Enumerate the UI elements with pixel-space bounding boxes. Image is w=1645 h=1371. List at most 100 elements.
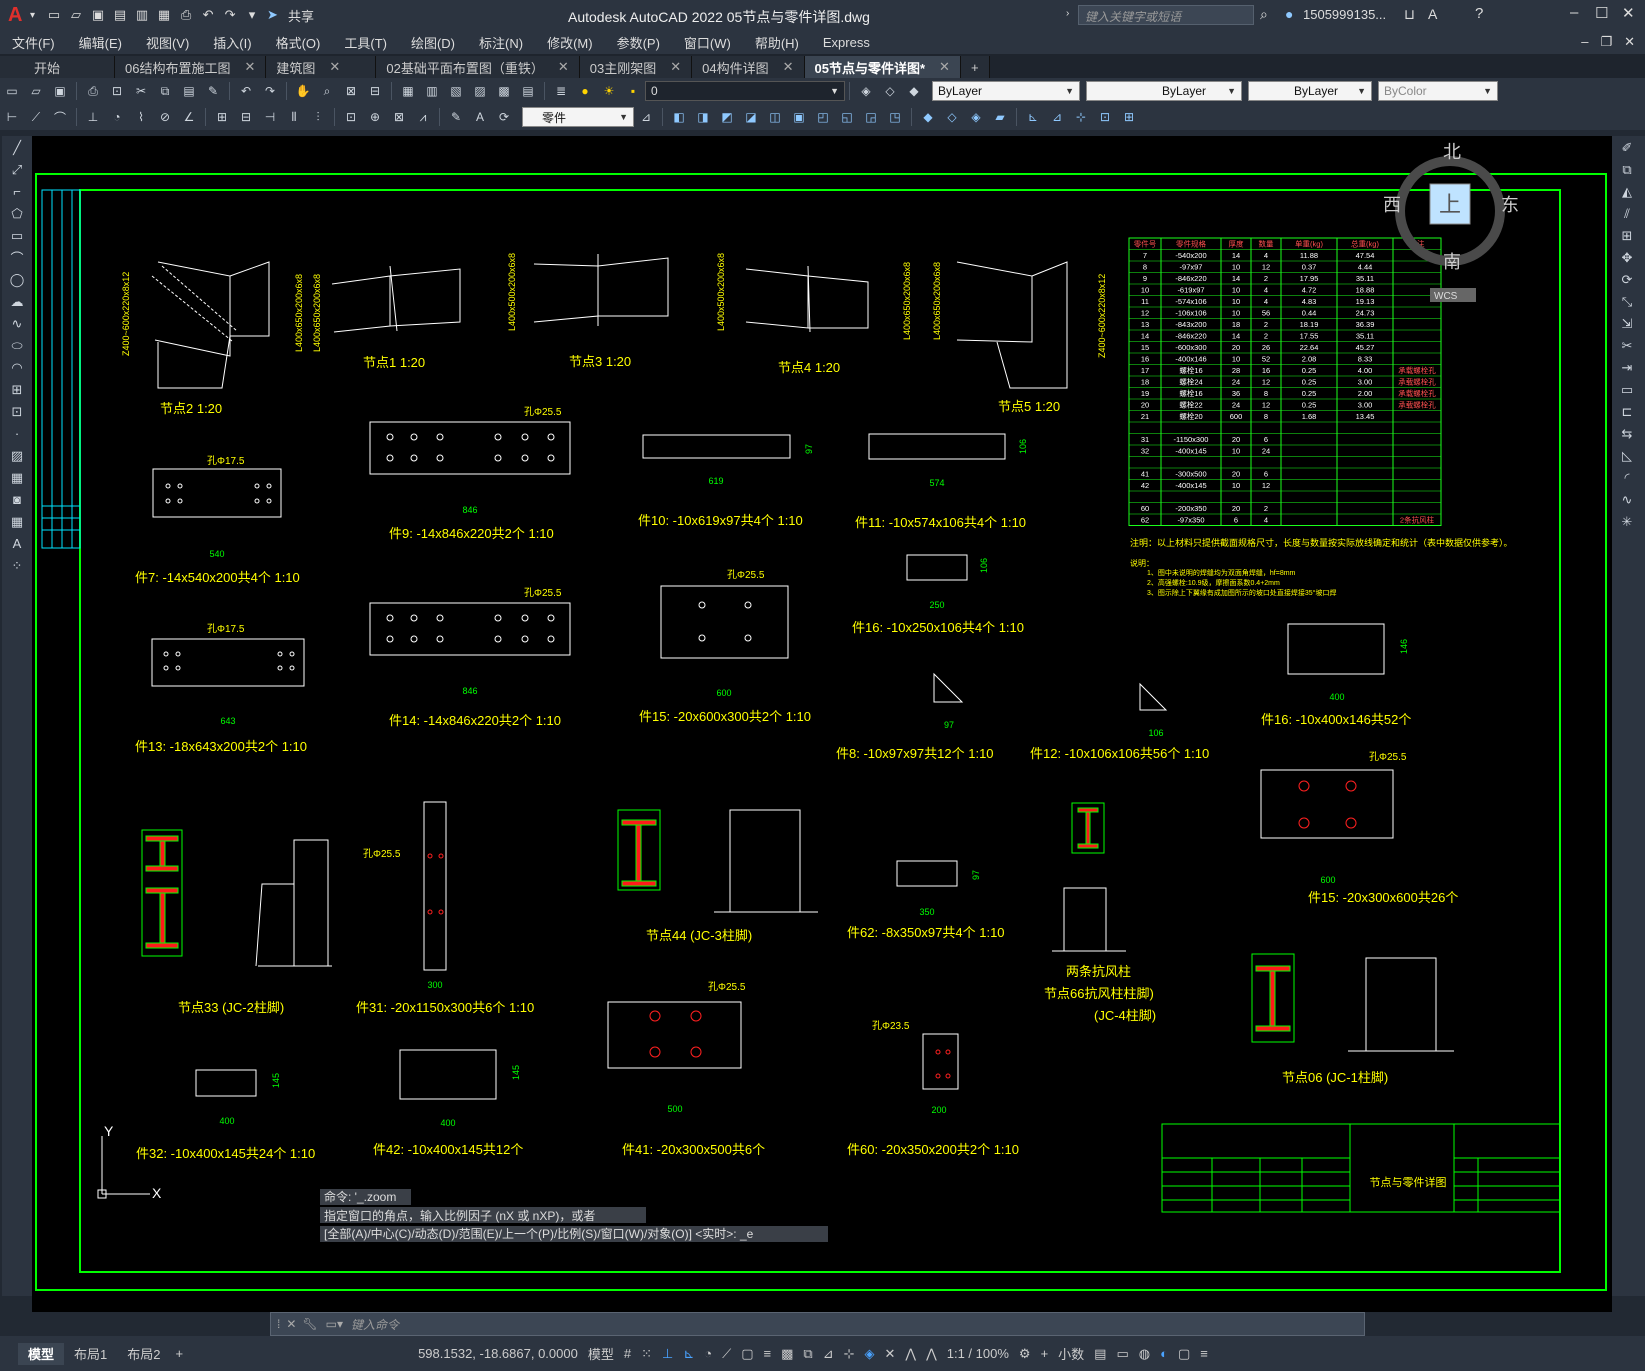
cmd-recent-icon[interactable]: ▭▾ [326, 1317, 343, 1331]
grid-icon[interactable]: # [624, 1346, 631, 1361]
dim-update-icon[interactable]: ⟳ [494, 107, 514, 127]
break-icon[interactable]: ⊏ [1614, 401, 1640, 422]
circle-icon[interactable]: ◯ [4, 269, 30, 290]
layer-properties-icon[interactable]: ≣ [551, 81, 571, 101]
make-block-icon[interactable]: ⊡ [4, 401, 30, 422]
view-back-icon[interactable]: ◨ [693, 107, 713, 127]
undo-icon[interactable]: ↶ [199, 6, 217, 24]
dim-text-edit-icon[interactable]: A [470, 107, 490, 127]
open-file-icon[interactable]: ▱ [67, 6, 85, 24]
ucs-object-icon[interactable]: ⊞ [1119, 107, 1139, 127]
search-chevron-icon[interactable]: › [1066, 8, 1069, 19]
add-layout-icon[interactable]: + [175, 1346, 183, 1361]
tab-close-icon[interactable]: ✕ [244, 59, 255, 75]
visual-style-conceptual-icon[interactable]: ▰ [990, 107, 1010, 127]
viewcube-north[interactable]: 北 [1443, 142, 1461, 162]
linetype-dropdown[interactable]: ByLayer ▼ [1086, 81, 1242, 101]
blend-icon[interactable]: ∿ [1614, 489, 1640, 510]
new-icon[interactable]: ▭ [2, 81, 22, 101]
mtext-icon[interactable]: A [4, 533, 30, 554]
visual-style-realistic-icon[interactable]: ◈ [966, 107, 986, 127]
gradient-icon[interactable]: ▦ [4, 467, 30, 488]
dim-style-icon[interactable]: ⊿ [636, 107, 656, 127]
ucs-icon[interactable]: ⊾ [1023, 107, 1043, 127]
view-iso-ne-icon[interactable]: ◲ [861, 107, 881, 127]
revcloud-icon[interactable]: ☁ [4, 291, 30, 312]
app-menu-chevron-icon[interactable]: ▾ [30, 10, 35, 21]
zoom-window-icon[interactable]: ⊠ [341, 81, 361, 101]
layer-dropdown[interactable]: 0 ▼ [645, 81, 845, 101]
view-front-icon[interactable]: ◧ [669, 107, 689, 127]
trim-icon[interactable]: ✂ [1614, 335, 1640, 356]
web-open-icon[interactable]: ▥ [133, 6, 151, 24]
markup-icon[interactable]: ▩ [494, 81, 514, 101]
file-tab[interactable]: 02基础平面布置图（重铁） ✕ [376, 56, 580, 78]
quick-dim-icon[interactable]: ⊞ [212, 107, 232, 127]
layer-lock-icon[interactable]: ▪ [623, 81, 643, 101]
polyline-icon[interactable]: ⌐ [4, 181, 30, 202]
share-button[interactable]: 共享 [288, 6, 314, 25]
transparency-icon[interactable]: ▩ [781, 1346, 793, 1362]
annotation-monitor-icon[interactable]: + [1041, 1346, 1049, 1361]
dim-jogged-icon[interactable]: ⌇ [131, 107, 151, 127]
coordinates[interactable]: 598.1532, -18.6867, 0.0000 [418, 1346, 578, 1361]
view-iso-nw-icon[interactable]: ◳ [885, 107, 905, 127]
dim-edit-icon[interactable]: ✎ [446, 107, 466, 127]
dim-baseline-icon[interactable]: ⊟ [236, 107, 256, 127]
plot-icon[interactable]: ⎙ [177, 6, 195, 24]
save-icon[interactable]: ▣ [50, 81, 70, 101]
design-center-icon[interactable]: ▥ [422, 81, 442, 101]
dim-diameter-icon[interactable]: ⊘ [155, 107, 175, 127]
menu-item[interactable]: 插入(I) [201, 33, 263, 52]
polar-icon[interactable]: ⊾ [683, 1346, 694, 1362]
selection-cycling-icon[interactable]: ⧉ [803, 1346, 812, 1362]
menu-item[interactable]: Express [811, 35, 882, 50]
menu-item[interactable]: 窗口(W) [672, 33, 743, 52]
chamfer-icon[interactable]: ◺ [1614, 445, 1640, 466]
polygon-icon[interactable]: ⬠ [4, 203, 30, 224]
minimize-icon[interactable]: – [1570, 4, 1578, 21]
isolate-objects-icon[interactable]: ◍ [1139, 1346, 1150, 1362]
lock-ui-icon[interactable]: ▭ [1116, 1346, 1128, 1362]
osnap-icon[interactable]: ▢ [741, 1346, 753, 1362]
mirror-icon[interactable]: ◭ [1614, 181, 1640, 202]
wcs-menu[interactable]: WCS [1434, 291, 1458, 302]
ellipse-arc-icon[interactable]: ◠ [4, 357, 30, 378]
dim-ordinate-icon[interactable]: ⊥ [83, 107, 103, 127]
dim-arc-icon[interactable]: ⌒ [50, 107, 70, 127]
menu-item[interactable]: 文件(F) [0, 33, 67, 52]
new-tab-icon[interactable]: + [960, 56, 990, 78]
zoom-realtime-icon[interactable]: ⌕ [317, 81, 337, 101]
cmd-customize-icon[interactable]: 🔧︎ [302, 1317, 317, 1331]
center-mark-icon[interactable]: ⊕ [365, 107, 385, 127]
view-right-icon[interactable]: ◪ [741, 107, 761, 127]
fillet-icon[interactable]: ◜ [1614, 467, 1640, 488]
dim-linear-icon[interactable]: ⊢ [2, 107, 22, 127]
web-save-icon[interactable]: ▦ [155, 6, 173, 24]
redo-icon[interactable]: ↷ [260, 81, 280, 101]
command-input[interactable]: 键入命令 [351, 1316, 399, 1333]
menu-item[interactable]: 工具(T) [332, 33, 399, 52]
redo-icon[interactable]: ↷ [221, 6, 239, 24]
dim-aligned-icon[interactable]: ⟋ [26, 107, 46, 127]
dim-radius-icon[interactable]: ◔ [107, 107, 127, 127]
tab-close-icon[interactable]: ✕ [783, 59, 794, 75]
menu-item[interactable]: 标注(N) [467, 33, 535, 52]
point-icon[interactable]: · [4, 423, 30, 444]
scale-icon[interactable]: ⤡ [1614, 291, 1640, 312]
make-current-icon[interactable]: ◈ [856, 81, 876, 101]
tab-close-icon[interactable]: ✕ [670, 59, 681, 75]
file-tab[interactable]: 04构件详图 ✕ [692, 56, 805, 78]
gizmo-icon[interactable]: ✕ [885, 1346, 896, 1362]
print-icon[interactable]: ⎙ [83, 81, 103, 101]
view-iso-se-icon[interactable]: ◱ [837, 107, 857, 127]
model-space-canvas[interactable]: 零件号 零件规格 厚度 数量 单重(kg) 总重(kg) 备注 7 -540x200 14 4 11.… [32, 136, 1612, 1312]
restore-doc-icon[interactable]: ❐ [1600, 34, 1612, 50]
paste-icon[interactable]: ▤ [179, 81, 199, 101]
user-account[interactable]: 1505999135... [1303, 7, 1386, 22]
close-icon[interactable]: ✕ [1622, 4, 1635, 22]
open-icon[interactable]: ▱ [26, 81, 46, 101]
erase-icon[interactable]: ✐ [1614, 137, 1640, 158]
visual-style-wire-icon[interactable]: ◆ [918, 107, 938, 127]
undo-icon[interactable]: ↶ [236, 81, 256, 101]
